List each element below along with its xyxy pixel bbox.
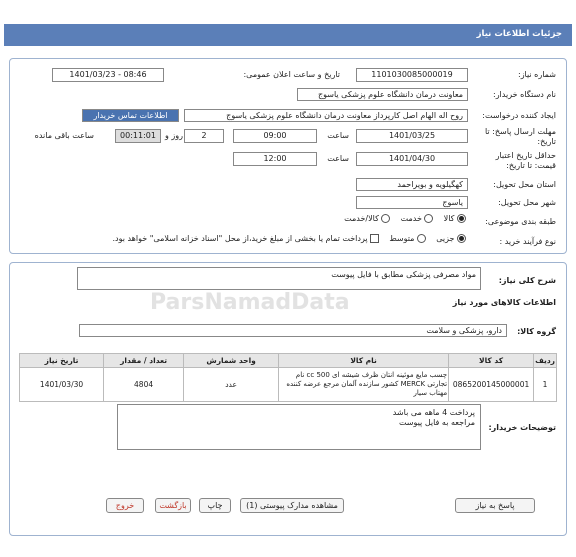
col-unit: واحد شمارش bbox=[183, 353, 280, 368]
province-label: استان محل تحویل: bbox=[493, 180, 556, 189]
category-both-radio[interactable] bbox=[381, 214, 391, 223]
row-code: 0865200145000001 bbox=[448, 367, 535, 402]
col-date: تاریخ نیاز bbox=[18, 353, 105, 368]
row-qty: 4804 bbox=[103, 367, 185, 402]
summary-label: شرح کلی نیاز: bbox=[498, 276, 556, 285]
category-label: طبقه بندی موضوعی: bbox=[485, 217, 556, 226]
group-field: دارو، پزشکی و سلامت bbox=[79, 324, 507, 337]
reply-time-field: 09:00 bbox=[233, 129, 317, 143]
remaining-time-field: 00:11:01 bbox=[115, 129, 161, 143]
col-name: نام کالا bbox=[278, 353, 450, 368]
page-title: جزئیات اطلاعات نیاز bbox=[476, 29, 562, 39]
category-goods-radio[interactable] bbox=[457, 214, 466, 223]
items-table-header: ردیف کد کالا نام کالا واحد شمارش تعداد /… bbox=[18, 353, 557, 368]
row-index: 1 bbox=[533, 367, 557, 402]
days-label: روز و bbox=[165, 131, 183, 140]
row-unit: عدد bbox=[183, 367, 280, 402]
city-field: یاسوج bbox=[356, 196, 468, 209]
row-date: 1401/03/30 bbox=[18, 367, 105, 402]
process-minor-radio[interactable] bbox=[457, 234, 466, 243]
category-goods-label: کالا bbox=[443, 214, 455, 223]
col-qty: تعداد / مقدار bbox=[103, 353, 185, 368]
back-button[interactable]: بازگشت bbox=[155, 498, 191, 513]
reply-date-field: 1401/03/25 bbox=[356, 129, 468, 143]
group-label: گروه کالا: bbox=[517, 327, 556, 336]
reply-deadline-label: مهلت ارسال پاسخ: تا تاریخ: bbox=[484, 127, 556, 146]
need-number-field: 1101030085000019 bbox=[356, 68, 468, 82]
exit-button[interactable]: خروج bbox=[106, 498, 144, 513]
days-field: 2 bbox=[184, 129, 224, 143]
announce-label: تاریخ و ساعت اعلان عمومی: bbox=[243, 70, 340, 79]
category-both-label: کالا/خدمت bbox=[344, 214, 379, 223]
creator-field: روح اله الهام اصل کارپرداز معاونت درمان … bbox=[184, 109, 468, 122]
items-heading: اطلاعات کالاهای مورد نیاز bbox=[452, 298, 556, 307]
buyer-notes-line-1: پرداخت 4 ماهه می باشد bbox=[392, 408, 475, 417]
treasury-payment-checkbox[interactable] bbox=[370, 234, 380, 243]
province-field: کهگیلویه و بویراحمد bbox=[356, 178, 468, 191]
reply-time-label: ساعت bbox=[327, 131, 349, 140]
remaining-label: ساعت باقی مانده bbox=[34, 131, 94, 140]
view-documents-button[interactable]: مشاهده مدارک پیوستی (1) bbox=[240, 498, 344, 513]
category-service-label: خدمت bbox=[400, 214, 422, 223]
reply-button[interactable]: پاسخ به نیاز bbox=[455, 498, 535, 513]
need-number-label: شماره نیاز: bbox=[518, 70, 556, 79]
announce-field: 1401/03/23 - 08:46 bbox=[52, 68, 164, 82]
validity-time-label: ساعت bbox=[327, 154, 349, 163]
summary-field: مواد مصرفی پزشکی مطابق با فایل پیوست bbox=[77, 267, 481, 290]
row-name: چسب مایع موئینه انتان ظرف شیشه ای 500 cc… bbox=[278, 367, 450, 402]
items-table: ردیف کد کالا نام کالا واحد شمارش تعداد /… bbox=[18, 353, 557, 402]
buyer-org-field: معاونت درمان دانشگاه علوم پزشکی یاسوج bbox=[297, 88, 468, 101]
validity-label: حداقل تاریخ اعتبار قیمت: تا تاریخ: bbox=[495, 151, 556, 170]
process-medium-label: متوسط bbox=[389, 234, 415, 243]
buyer-org-label: نام دستگاه خریدار: bbox=[493, 90, 556, 99]
validity-date-field: 1401/04/30 bbox=[356, 152, 468, 166]
treasury-payment-note: پرداخت تمام یا بخشی از مبلغ خرید،از محل … bbox=[112, 234, 368, 243]
category-radio-group: کالا خدمت کالا/خدمت bbox=[344, 214, 466, 223]
buyer-notes-line-2: مراجعه به فایل پیوست bbox=[398, 418, 475, 427]
creator-label: ایجاد کننده درخواست: bbox=[482, 111, 556, 120]
page-header: جزئیات اطلاعات نیاز bbox=[4, 24, 572, 46]
col-code: کد کالا bbox=[448, 353, 535, 368]
process-radio-group: جزیی متوسط پرداخت تمام یا بخشی از مبلغ خ… bbox=[112, 234, 466, 243]
print-button[interactable]: چاپ bbox=[199, 498, 231, 513]
buyer-contact-link[interactable]: اطلاعات تماس خریدار bbox=[82, 109, 179, 122]
category-service-radio[interactable] bbox=[424, 214, 434, 223]
table-row: 1 0865200145000001 چسب مایع موئینه انتان… bbox=[18, 367, 557, 402]
process-medium-radio[interactable] bbox=[417, 234, 427, 243]
buyer-notes-field: پرداخت 4 ماهه می باشد مراجعه به فایل پیو… bbox=[117, 404, 481, 450]
col-index: ردیف bbox=[533, 353, 557, 368]
city-label: شهر محل تحویل: bbox=[498, 198, 556, 207]
process-minor-label: جزیی bbox=[436, 234, 455, 243]
validity-time-field: 12:00 bbox=[233, 152, 317, 166]
process-label: نوع فرآیند خرید : bbox=[499, 237, 556, 246]
buyer-notes-label: توضیحات خریدار: bbox=[488, 423, 556, 432]
